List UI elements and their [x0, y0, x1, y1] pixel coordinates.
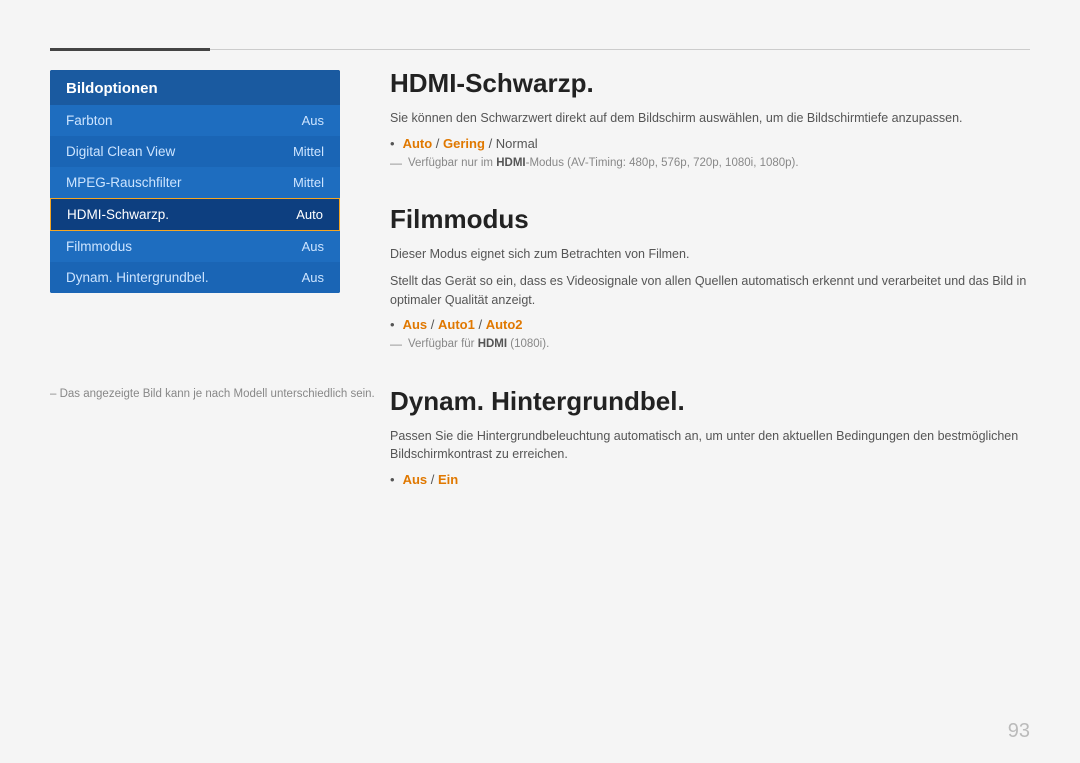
option-sep-dynam: /	[431, 472, 438, 487]
section-hdmi-options: Auto / Gering / Normal	[403, 136, 538, 151]
option-sep-film2: /	[478, 317, 485, 332]
section-filmmodus-note: Verfügbar für HDMI (1080i).	[408, 336, 549, 353]
sidebar-item-mpeg-label: MPEG-Rauschfilter	[66, 175, 182, 190]
sidebar-menu: Bildoptionen Farbton Aus Digital Clean V…	[50, 70, 340, 293]
bullet-icon-dynam: •	[390, 472, 395, 487]
section-filmmodus-desc1: Dieser Modus eignet sich zum Betrachten …	[390, 245, 1030, 264]
sidebar-item-farbton-value: Aus	[302, 113, 324, 128]
section-hdmi-desc: Sie können den Schwarzwert direkt auf de…	[390, 109, 1030, 128]
section-filmmodus-note-line: — Verfügbar für HDMI (1080i).	[390, 336, 1030, 353]
section-filmmodus-options: Aus / Auto1 / Auto2	[403, 317, 523, 332]
section-dynam-desc: Passen Sie die Hintergrundbeleuchtung au…	[390, 427, 1030, 465]
section-hdmi: HDMI-Schwarzp. Sie können den Schwarzwer…	[390, 68, 1030, 172]
section-dynam-title: Dynam. Hintergrundbel.	[390, 386, 1030, 417]
hdmi-bold: HDMI	[496, 157, 525, 169]
option-aus-dynam: Aus	[403, 472, 428, 487]
sidebar-item-digital-clean-value: Mittel	[293, 144, 324, 159]
option-sep2: /	[489, 136, 496, 151]
sidebar-item-filmmodus[interactable]: Filmmodus Aus	[50, 231, 340, 262]
sidebar-item-hdmi-schwarzp-value: Auto	[296, 207, 323, 222]
note-dash-film: —	[390, 337, 402, 351]
rule-dark	[50, 48, 210, 51]
section-filmmodus-title: Filmmodus	[390, 204, 1030, 235]
sidebar-item-filmmodus-value: Aus	[302, 239, 324, 254]
sidebar-item-dynam[interactable]: Dynam. Hintergrundbel. Aus	[50, 262, 340, 293]
top-rules	[50, 48, 1030, 51]
section-dynam: Dynam. Hintergrundbel. Passen Sie die Hi…	[390, 386, 1030, 488]
section-hdmi-bullet: • Auto / Gering / Normal	[390, 136, 1030, 151]
sidebar-item-mpeg[interactable]: MPEG-Rauschfilter Mittel	[50, 167, 340, 198]
section-dynam-bullet: • Aus / Ein	[390, 472, 1030, 487]
sidebar-note: – Das angezeigte Bild kann je nach Model…	[50, 388, 375, 400]
option-aus-film: Aus	[403, 317, 428, 332]
bullet-icon-film: •	[390, 317, 395, 332]
option-auto2: Auto2	[486, 317, 523, 332]
section-filmmodus-desc2: Stellt das Gerät so ein, dass es Videosi…	[390, 272, 1030, 310]
hdmi-bold-film: HDMI	[478, 338, 507, 350]
section-filmmodus-bullet: • Aus / Auto1 / Auto2	[390, 317, 1030, 332]
option-ein-dynam: Ein	[438, 472, 458, 487]
sidebar-item-hdmi-schwarzp-label: HDMI-Schwarzp.	[67, 207, 169, 222]
option-auto1: Auto1	[438, 317, 475, 332]
sidebar-item-digital-clean-label: Digital Clean View	[66, 144, 175, 159]
rule-light	[210, 49, 1030, 50]
section-filmmodus: Filmmodus Dieser Modus eignet sich zum B…	[390, 204, 1030, 354]
sidebar-item-dynam-value: Aus	[302, 270, 324, 285]
option-normal: Normal	[496, 136, 538, 151]
option-auto: Auto	[403, 136, 433, 151]
option-gering: Gering	[443, 136, 485, 151]
sidebar-item-hdmi-schwarzp[interactable]: HDMI-Schwarzp. Auto	[50, 198, 340, 231]
note-dash: —	[390, 156, 402, 170]
sidebar-item-mpeg-value: Mittel	[293, 175, 324, 190]
section-hdmi-note-line: — Verfügbar nur im HDMI-Modus (AV-Timing…	[390, 155, 1030, 172]
sidebar-item-filmmodus-label: Filmmodus	[66, 239, 132, 254]
option-sep-film1: /	[431, 317, 438, 332]
option-sep1: /	[436, 136, 443, 151]
section-dynam-options: Aus / Ein	[403, 472, 459, 487]
sidebar-item-farbton[interactable]: Farbton Aus	[50, 105, 340, 136]
bullet-icon: •	[390, 136, 395, 151]
sidebar-item-digital-clean[interactable]: Digital Clean View Mittel	[50, 136, 340, 167]
sidebar-item-dynam-label: Dynam. Hintergrundbel.	[66, 270, 209, 285]
sidebar-header: Bildoptionen	[50, 70, 340, 105]
section-hdmi-note: Verfügbar nur im HDMI-Modus (AV-Timing: …	[408, 155, 799, 172]
section-hdmi-title: HDMI-Schwarzp.	[390, 68, 1030, 99]
page-number: 93	[1008, 720, 1030, 743]
main-content: HDMI-Schwarzp. Sie können den Schwarzwer…	[390, 68, 1030, 723]
sidebar-item-farbton-label: Farbton	[66, 113, 113, 128]
